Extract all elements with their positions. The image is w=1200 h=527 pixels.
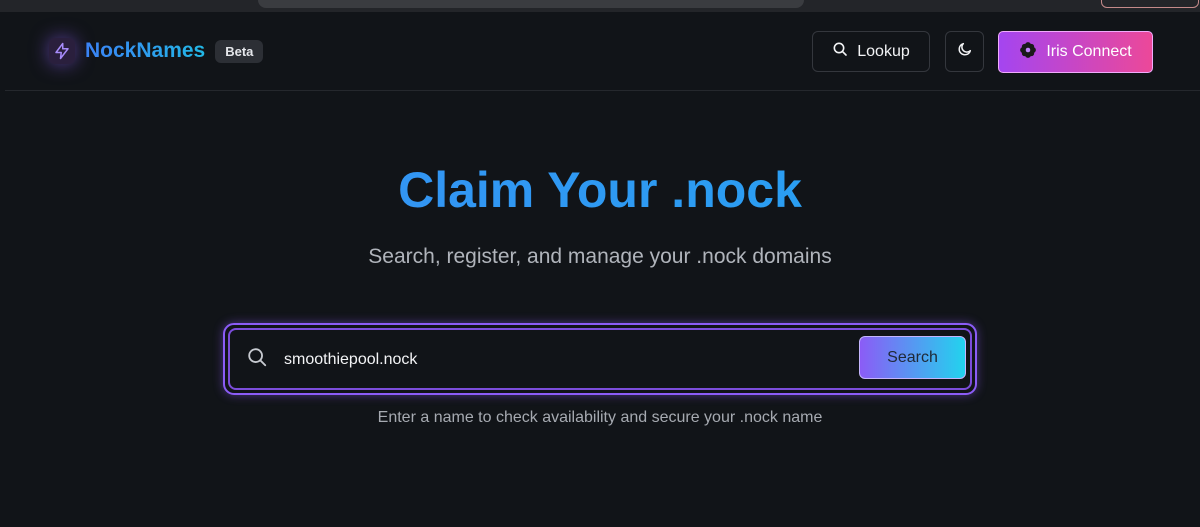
iris-connect-button[interactable]: Iris Connect bbox=[998, 31, 1153, 73]
moon-icon bbox=[957, 41, 973, 62]
brand-name: NockNames bbox=[85, 39, 206, 62]
search-input[interactable] bbox=[282, 341, 846, 379]
search-icon bbox=[832, 41, 848, 62]
beta-badge: Beta bbox=[215, 39, 264, 63]
top-navigation: NockNames Beta Lookup Iris Connect bbox=[5, 12, 1200, 91]
lookup-label: Lookup bbox=[857, 42, 910, 60]
hero-subtitle: Search, register, and manage your .nock … bbox=[368, 245, 832, 268]
iris-connect-label: Iris Connect bbox=[1046, 43, 1132, 60]
search-bar: Search bbox=[223, 323, 977, 395]
iris-flower-icon bbox=[1019, 41, 1037, 64]
search-icon bbox=[246, 346, 268, 373]
lookup-button[interactable]: Lookup bbox=[812, 31, 930, 72]
search-box: Search bbox=[228, 328, 972, 390]
search-hint: Enter a name to check availability and s… bbox=[377, 409, 823, 426]
browser-address-bar[interactable] bbox=[258, 0, 804, 8]
search-button[interactable]: Search bbox=[859, 336, 966, 379]
browser-chrome-button[interactable] bbox=[1101, 0, 1199, 8]
theme-toggle-button[interactable] bbox=[945, 31, 984, 72]
lightning-bolt-icon bbox=[49, 38, 75, 64]
brand-logo-link[interactable]: NockNames Beta bbox=[49, 38, 264, 64]
hero-title: Claim Your .nock bbox=[0, 158, 1200, 222]
